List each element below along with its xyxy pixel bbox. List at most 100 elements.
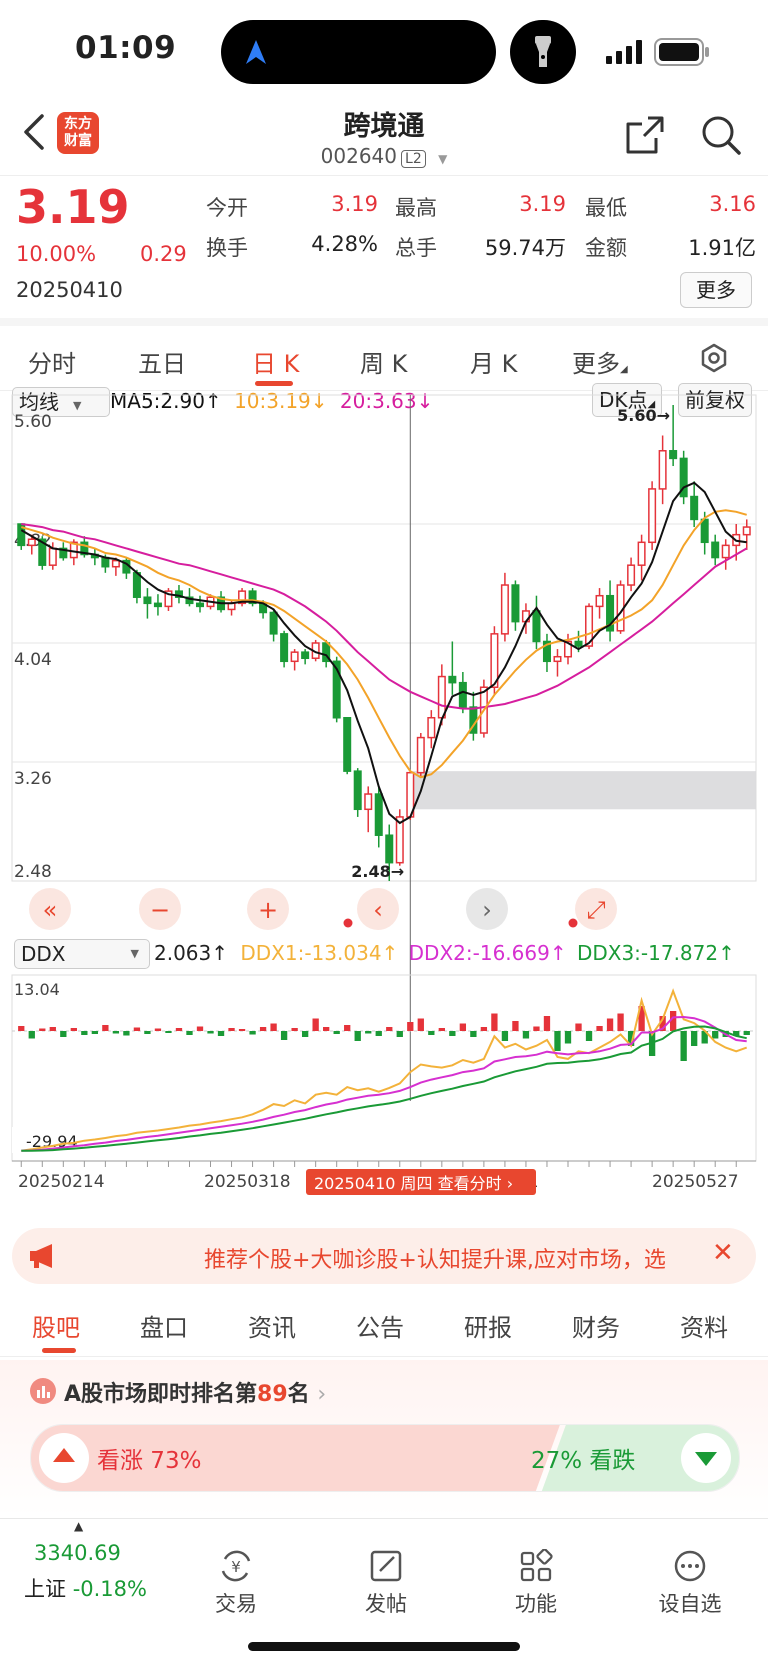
nav-function[interactable]: 功能	[476, 1548, 596, 1618]
ddx-bar	[249, 1031, 256, 1035]
candle-body	[648, 488, 657, 544]
ddx-bar	[428, 1031, 435, 1035]
ddx-bar	[259, 1027, 267, 1031]
chevron-down-icon: ▼	[438, 152, 448, 166]
ddx-bar	[123, 1031, 130, 1036]
high-marker: 5.60→	[617, 406, 670, 425]
ddx-bar	[186, 1031, 193, 1035]
tab-pankou[interactable]: 盘口	[140, 1308, 188, 1343]
candle-body	[195, 602, 205, 608]
candle-body	[48, 547, 57, 566]
ddx-bar	[354, 1031, 361, 1041]
candle-body	[658, 450, 667, 490]
candle-body	[343, 717, 352, 772]
nav-trade[interactable]: ¥ 交易	[176, 1549, 296, 1618]
ddx-y-max: 13.04	[14, 980, 60, 999]
candle-body	[690, 495, 699, 521]
close-icon[interactable]: ✕	[712, 1238, 734, 1268]
ddx-bar	[596, 1026, 603, 1031]
ddx-bar	[417, 1018, 424, 1031]
tab-more-label: 更多	[572, 350, 620, 378]
tab-monthly-k[interactable]: 月 K	[470, 344, 517, 379]
more-dots-icon	[674, 1550, 706, 1582]
candle-body	[458, 681, 467, 708]
ddx-bar	[491, 1013, 498, 1031]
candle-body	[374, 793, 383, 836]
tab-notice[interactable]: 公告	[356, 1308, 404, 1343]
ddx-bar	[333, 1031, 340, 1034]
tab-daily-k[interactable]: 日 K	[252, 344, 299, 379]
ddx-bar	[102, 1025, 109, 1031]
ddx-bar	[291, 1028, 298, 1031]
index-row[interactable]: 上证 -0.18%	[24, 1573, 147, 1603]
ddx-bar	[438, 1028, 445, 1031]
content-tabs: 股吧 盘口 资讯 公告 研报 财务 资料	[0, 1296, 768, 1357]
ddx-bar	[554, 1031, 561, 1051]
bullish-button[interactable]	[39, 1433, 89, 1483]
volume-value: 59.74万	[484, 236, 566, 260]
control-right-icon: ›	[482, 896, 492, 924]
y-tick-label: 2.48	[14, 862, 52, 882]
ddx-bar	[712, 1031, 719, 1039]
ddx-selector[interactable]: DDX ▼	[14, 939, 150, 969]
tab-more[interactable]: 更多◢	[572, 344, 628, 379]
quote-panel: 3.19 10.00% 0.29 20250410 今开 3.19 最高 3.1…	[0, 175, 768, 316]
ddx-bar	[301, 1031, 309, 1037]
high-value: 3.19	[519, 192, 566, 216]
index-value[interactable]: 3340.69	[34, 1541, 121, 1565]
ddx-bar	[470, 1031, 477, 1037]
tab-guba[interactable]: 股吧	[32, 1308, 80, 1343]
ddx-bar	[133, 1027, 141, 1031]
ddx-bar	[323, 1027, 330, 1031]
bearish-label: 27% 看跌	[531, 1448, 636, 1474]
navigation-arrow-icon	[246, 40, 266, 64]
gear-icon[interactable]	[698, 342, 730, 374]
nav-function-label: 功能	[515, 1592, 557, 1616]
market-rank[interactable]: A股市场即时排名第89名 ›	[64, 1376, 326, 1408]
ddx-bar	[228, 1028, 235, 1031]
change-amount: 0.29	[140, 242, 187, 266]
promo-banner[interactable]: 推荐个股+大咖诊股+认知提升课,应对市场，选 ✕	[12, 1228, 756, 1284]
tab-profile[interactable]: 资料	[680, 1308, 728, 1343]
sentiment-bar: 看涨 73% 27% 看跌	[30, 1424, 740, 1492]
ddx-bar	[238, 1029, 246, 1031]
y-tick-label: 5.60	[14, 412, 52, 432]
search-icon[interactable]	[700, 114, 742, 156]
bearish-button[interactable]	[681, 1433, 731, 1483]
kline-chart[interactable]: 5.604.824.043.262.485.60→2.48→«−+‹›⤢13.0…	[0, 383, 768, 1213]
share-icon[interactable]	[624, 114, 666, 156]
ddx3-line	[21, 1025, 747, 1152]
ddx-bar	[39, 1028, 46, 1031]
tab-five-day[interactable]: 五日	[138, 344, 186, 379]
chevron-right-icon: ›	[317, 1382, 327, 1407]
ddx-bar	[543, 1016, 551, 1031]
tab-intraday[interactable]: 分时	[28, 344, 76, 379]
tab-weekly-k[interactable]: 周 K	[360, 344, 407, 379]
flashlight-button[interactable]	[510, 20, 576, 84]
ddx-bar	[217, 1031, 225, 1036]
nav-watchlist[interactable]: 设自选	[630, 1549, 750, 1618]
candle-body	[711, 541, 720, 559]
candle-body	[290, 651, 299, 663]
ddx-bar	[386, 1027, 393, 1031]
change-percent: 10.00%	[16, 242, 97, 266]
candle-body	[500, 584, 509, 635]
nav-watchlist-label: 设自选	[658, 1592, 722, 1616]
tab-news[interactable]: 资讯	[248, 1308, 296, 1343]
more-quote-button[interactable]: 更多	[680, 272, 752, 308]
tab-finance[interactable]: 财务	[572, 1308, 620, 1343]
candle-body	[427, 717, 436, 739]
ddx-bar	[585, 1031, 593, 1041]
index-change: -0.18%	[72, 1577, 147, 1601]
candle-body	[132, 572, 141, 598]
bar-chart-icon	[30, 1378, 56, 1404]
edit-icon	[370, 1550, 402, 1582]
nav-post[interactable]: 发帖	[326, 1549, 446, 1618]
tab-research[interactable]: 研报	[464, 1308, 512, 1343]
rank-suffix: 名	[287, 1382, 310, 1407]
candle-body	[364, 793, 373, 811]
ddx-bar	[617, 1013, 624, 1031]
ddx1-value: DDX1:-13.034↑	[240, 941, 399, 965]
candle-body	[511, 584, 520, 623]
ddx-legend: 2.063↑ DDX1:-13.034↑ DDX2:-16.669↑ DDX3:…	[154, 941, 735, 965]
